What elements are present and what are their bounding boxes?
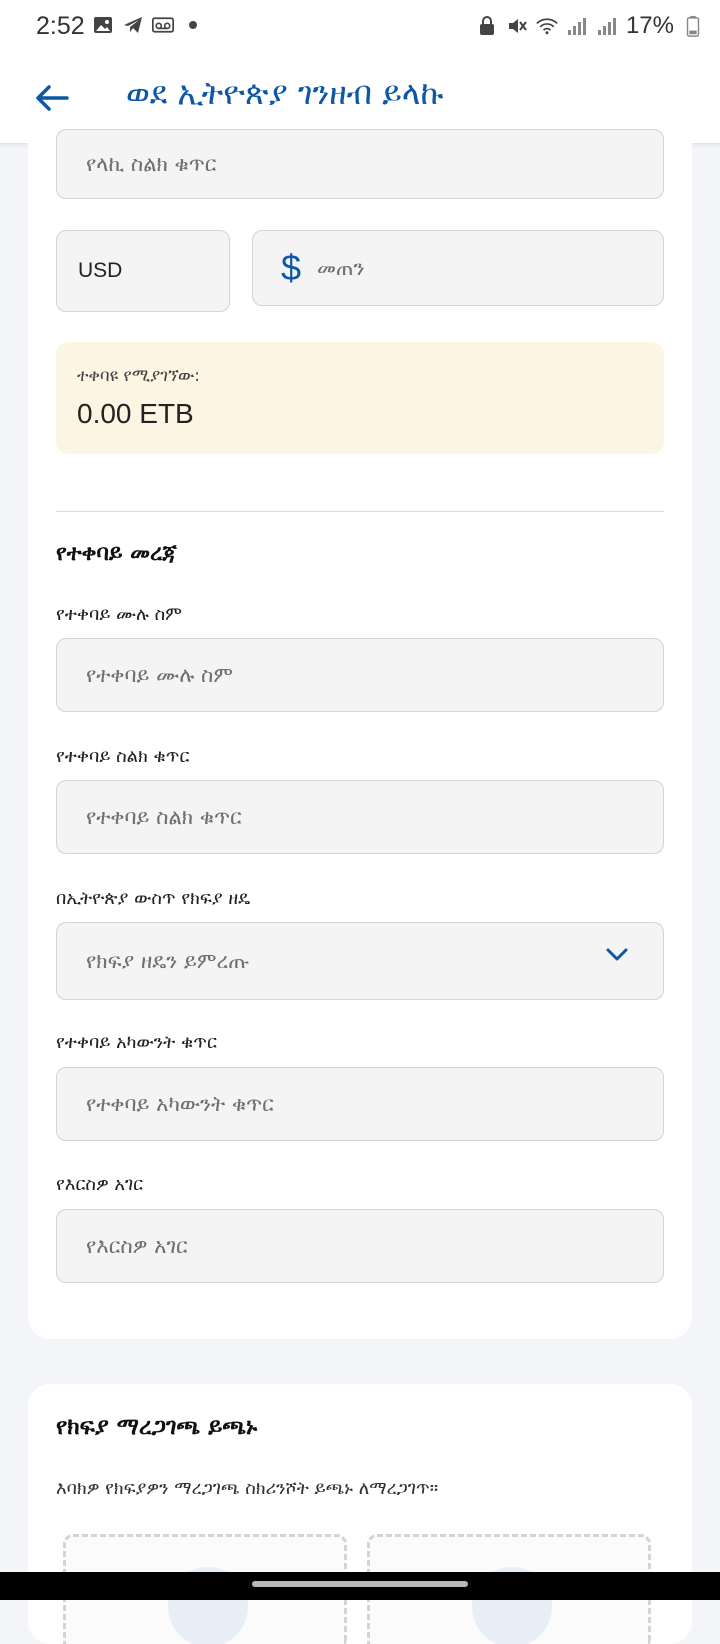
dollar-icon: $ [281,247,302,288]
receive-value: 0.00 ETB [77,398,194,429]
recipient-phone-placeholder: የተቀባይ ስልክ ቁጥር [86,804,242,829]
image-icon [94,17,112,33]
chevron-down-icon [606,948,628,961]
arrow-left-icon [36,85,69,111]
battery-percent: 17% [625,12,674,39]
status-system-icons: 17% [476,12,704,40]
account-number-placeholder: የተቀባይ አካውንት ቁጥር [86,1091,274,1116]
amount-input[interactable]: $ መጠን [252,230,664,306]
payment-method-select[interactable]: የክፍያ ዘዴን ይምረጡ [56,922,664,1000]
recipient-phone-label: የተቀባይ ስልክ ቁጥር [56,746,190,767]
payment-confirmation-card: የክፍያ ማረጋገጫ ይጫኑ እባክዎ የክፍያዎን ማረጋገጫ ስክሪንሾት … [28,1384,692,1644]
transfer-form-card: የላኪ ስልክ ቁጥር USD $ መጠን ተቀባዩ የሚያገኘው: 0.00 … [28,129,692,1339]
recipient-name-placeholder: የተቀባይ ሙሉ ስም [86,662,233,687]
page-title: ወደ ኢትዮጵያ ገንዘብ ይላኩ [126,74,444,112]
telegram-icon [124,17,142,33]
back-button[interactable] [28,74,76,122]
dot-icon [189,21,197,29]
mute-icon [508,19,527,33]
system-nav-bar [0,1572,720,1600]
recipient-phone-input[interactable]: የተቀባይ ስልክ ቁጥር [56,780,664,854]
payment-method-placeholder: የክፍያ ዘዴን ይምረጡ [86,948,250,973]
sender-phone-placeholder: የላኪ ስልክ ቁጥር [86,151,217,176]
home-gesture-bar[interactable] [252,1581,468,1587]
recipient-name-label: የተቀባይ ሙሉ ስም [56,604,182,625]
payment-method-label: በኢትዮጵያ ውስጥ የክፍያ ዘዴ [56,888,251,909]
voicemail-icon [152,17,174,33]
currency-value: USD [78,259,123,282]
recipient-name-input[interactable]: የተቀባይ ሙሉ ስም [56,638,664,712]
currency-selector[interactable]: USD [56,230,230,312]
account-number-label: የተቀባይ አካውንት ቁጥር [56,1032,217,1053]
confirmation-title: የክፍያ ማረጋገጫ ይጫኑ [56,1414,258,1440]
sender-phone-input[interactable]: የላኪ ስልክ ቁጥር [56,129,664,199]
account-number-input[interactable]: የተቀባይ አካውንት ቁጥር [56,1067,664,1141]
country-placeholder: የእርስዎ አገር [86,1233,188,1258]
status-notification-icons [92,14,204,36]
country-input[interactable]: የእርስዎ አገር [56,1209,664,1283]
receive-amount-panel: ተቀባዩ የሚያገኘው: 0.00 ETB [56,342,664,454]
wifi-icon [536,18,558,35]
amount-placeholder: መጠን [317,255,365,280]
battery-icon [686,15,700,37]
status-bar: 2:52 17% [0,0,720,54]
status-time: 2:52 [36,12,85,40]
receive-label: ተቀባዩ የሚያገኘው: [77,366,201,386]
recipient-section-title: የተቀባይ መረጃ [56,541,177,566]
divider [56,511,664,512]
confirmation-help-text: እባክዎ የክፍያዎን ማረጋገጫ ስክሪንሾት ይጫኑ ለማረጋገጥ። [56,1478,439,1499]
signal-icon [597,18,616,35]
country-label: የእርስዎ አገር [56,1174,144,1195]
lock-icon [479,16,494,35]
signal-icon [567,18,586,35]
